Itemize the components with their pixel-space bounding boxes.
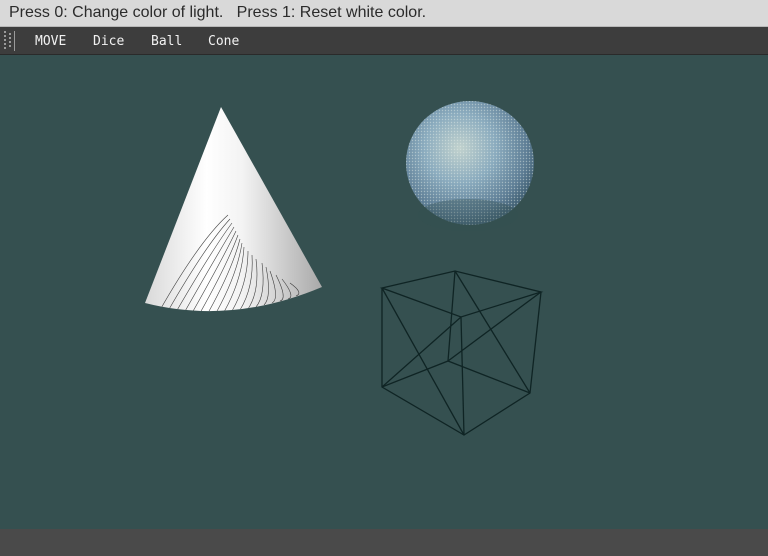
dice-diagonal-3 [454, 270, 531, 394]
menu-item-ball[interactable]: Ball [151, 34, 182, 49]
ball-shadow-band [418, 199, 518, 231]
dice-object[interactable] [379, 270, 544, 436]
cone-object[interactable] [145, 107, 322, 313]
scene-canvas [145, 101, 544, 436]
ball-object[interactable] [406, 101, 534, 231]
grip-icon[interactable] [3, 30, 17, 51]
cone-body [145, 107, 322, 312]
menu-item-move[interactable]: MOVE [35, 34, 66, 49]
render-viewport[interactable] [0, 55, 768, 529]
instructions-text: Press 0: Change color of light. Press 1:… [9, 4, 427, 21]
title-bar: Press 0: Change color of light. Press 1:… [0, 0, 768, 27]
dice-diagonal-4 [447, 291, 542, 362]
dice-back-edge-right [447, 360, 531, 394]
status-bar [0, 529, 768, 556]
menu-item-dice[interactable]: Dice [93, 34, 124, 49]
dice-front-edge [460, 316, 465, 436]
menu-bar: MOVE Dice Ball Cone [0, 27, 768, 55]
menu-item-cone[interactable]: Cone [208, 34, 239, 49]
dice-back-edge-left [381, 270, 456, 388]
